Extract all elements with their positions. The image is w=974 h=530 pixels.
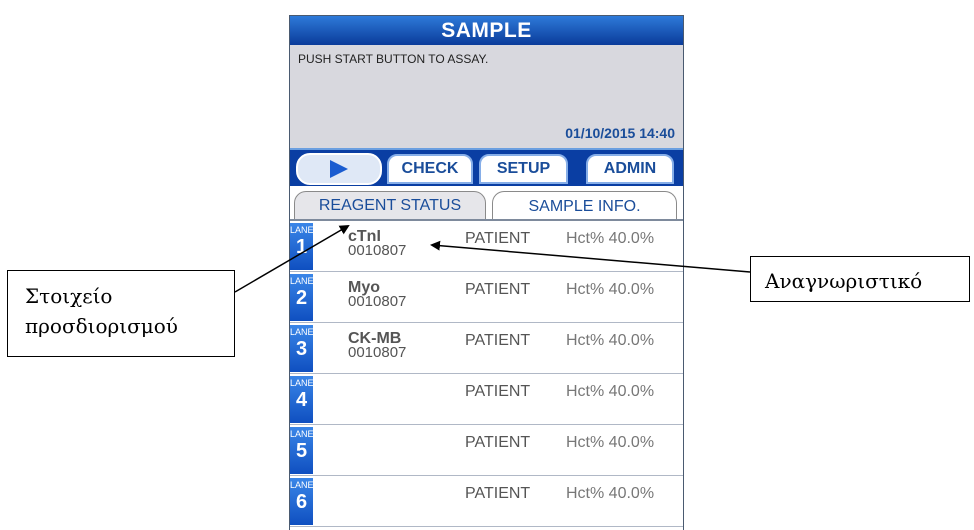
sample-id: 0010807 (348, 242, 407, 259)
lane-row[interactable]: LANE 1 cTnI 0010807 PATIENT Hct% 40.0% (290, 221, 683, 272)
screen-title: SAMPLE (290, 16, 683, 45)
lane-badge: LANE 3 (290, 325, 314, 372)
check-button[interactable]: CHECK (387, 154, 473, 184)
hct-value: Hct% 40.0% (566, 383, 655, 400)
lane-badge: LANE 4 (290, 376, 314, 423)
identifier-label: Αναγνωριστικό (765, 269, 923, 293)
hct-value: Hct% 40.0% (566, 485, 655, 502)
tab-reagent-status[interactable]: REAGENT STATUS (294, 191, 486, 221)
message-area: PUSH START BUTTON TO ASSAY. 01/10/2015 1… (290, 45, 683, 148)
assay-item-label-line1: Στοιχείο (25, 284, 113, 308)
lane-number: 4 (295, 389, 308, 411)
sample-type: PATIENT (465, 230, 531, 247)
sample-type: PATIENT (465, 434, 531, 451)
lane-list: LANE 1 cTnI 0010807 PATIENT Hct% 40.0% L… (290, 219, 683, 530)
tab-sample-info[interactable]: SAMPLE INFO. (492, 191, 677, 221)
sample-id: 0010807 (348, 344, 407, 361)
sample-type: PATIENT (465, 485, 531, 502)
status-message: PUSH START BUTTON TO ASSAY. (298, 52, 489, 66)
lane-caption: LANE (290, 429, 314, 439)
lane-caption: LANE (290, 378, 314, 388)
lane-row[interactable]: LANE 6 PATIENT Hct% 40.0% (290, 476, 683, 527)
lane-caption: LANE (290, 327, 314, 337)
lane-number: 2 (295, 287, 308, 309)
datetime: 01/10/2015 14:40 (565, 125, 675, 141)
identifier-callout: Αναγνωριστικό (750, 256, 970, 302)
lane-number: 1 (295, 236, 308, 258)
lane-caption: LANE (290, 480, 314, 490)
lane-badge: LANE 1 (290, 223, 314, 270)
lane-caption: LANE (290, 225, 314, 235)
lane-badge: LANE 6 (290, 478, 314, 525)
assay-item-callout: Στοιχείο προσδιορισμού (7, 270, 235, 357)
lane-caption: LANE (290, 276, 314, 286)
lane-badge: LANE 2 (290, 274, 314, 321)
lane-number: 3 (295, 338, 308, 360)
lane-number: 5 (295, 440, 308, 462)
lane-row[interactable]: LANE 4 PATIENT Hct% 40.0% (290, 374, 683, 425)
sample-type: PATIENT (465, 281, 531, 298)
admin-button[interactable]: ADMIN (586, 154, 674, 184)
lane-row[interactable]: LANE 3 CK-MB 0010807 PATIENT Hct% 40.0% (290, 323, 683, 374)
start-button[interactable] (296, 153, 382, 185)
lane-badge: LANE 5 (290, 427, 314, 474)
tab-bar: REAGENT STATUS SAMPLE INFO. (290, 186, 683, 221)
lane-row[interactable]: LANE 5 PATIENT Hct% 40.0% (290, 425, 683, 476)
hct-value: Hct% 40.0% (566, 281, 655, 298)
setup-button[interactable]: SETUP (479, 154, 568, 184)
hct-value: Hct% 40.0% (566, 434, 655, 451)
instrument-screen: SAMPLE PUSH START BUTTON TO ASSAY. 01/10… (289, 15, 684, 530)
hct-value: Hct% 40.0% (566, 332, 655, 349)
play-icon (330, 160, 348, 178)
lane-number: 6 (295, 491, 308, 513)
lane-row[interactable]: LANE 2 Myo 0010807 PATIENT Hct% 40.0% (290, 272, 683, 323)
menu-bar: CHECK SETUP ADMIN (290, 148, 683, 188)
assay-item-label-line2: προσδιορισμού (25, 314, 178, 338)
sample-id: 0010807 (348, 293, 407, 310)
hct-value: Hct% 40.0% (566, 230, 655, 247)
sample-type: PATIENT (465, 383, 531, 400)
sample-type: PATIENT (465, 332, 531, 349)
